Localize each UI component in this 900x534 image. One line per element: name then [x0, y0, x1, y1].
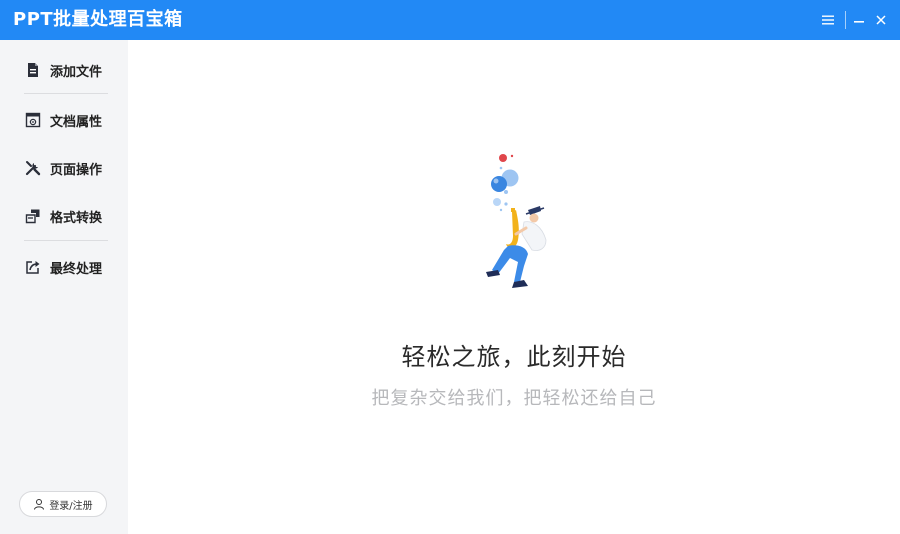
saxophone-player-illustration	[468, 150, 568, 310]
document-properties-icon	[24, 111, 42, 129]
welcome-subline: 把复杂交给我们，把轻松还给自己	[371, 388, 657, 409]
nav-divider	[24, 240, 108, 241]
main-content: 轻松之旅，此刻开始 把复杂交给我们，把轻松还给自己	[128, 40, 900, 534]
sidebar-item-format-convert[interactable]: 格式转换	[24, 204, 114, 228]
sidebar-item-label: 添加文件	[50, 64, 103, 80]
sidebar-item-final-processing[interactable]: 最终处理	[24, 255, 114, 279]
sidebar-item-page-operations[interactable]: 页面操作	[24, 156, 114, 180]
sidebar-item-label: 页面操作	[50, 162, 103, 178]
login-register-label: 登录/注册	[49, 500, 93, 512]
tools-icon	[24, 159, 42, 177]
hamburger-menu-icon[interactable]	[818, 10, 838, 30]
nav-divider	[24, 93, 108, 94]
minimize-icon[interactable]	[849, 10, 869, 30]
login-register-button[interactable]: 登录/注册	[19, 491, 107, 517]
app-window: PPT批量处理百宝箱 添加文件 文档属性 页面操作 格式转换 最终处理 登录/注…	[0, 0, 900, 534]
welcome-headline: 轻松之旅，此刻开始	[401, 343, 627, 371]
sidebar-item-label: 文档属性	[50, 114, 103, 130]
title-bar: PPT批量处理百宝箱	[0, 0, 900, 40]
export-share-icon	[24, 258, 42, 276]
sidebar: 添加文件 文档属性 页面操作 格式转换 最终处理 登录/注册	[0, 40, 128, 534]
close-icon[interactable]	[871, 10, 891, 30]
sidebar-item-label: 最终处理	[50, 261, 103, 277]
sidebar-item-label: 格式转换	[50, 210, 103, 226]
add-file-icon	[24, 61, 42, 79]
titlebar-separator	[845, 11, 846, 29]
app-title: PPT批量处理百宝箱	[13, 9, 183, 30]
sidebar-item-add-file[interactable]: 添加文件	[24, 58, 114, 82]
sidebar-item-document-properties[interactable]: 文档属性	[24, 108, 114, 132]
format-convert-icon	[24, 207, 42, 225]
user-icon	[33, 498, 45, 510]
